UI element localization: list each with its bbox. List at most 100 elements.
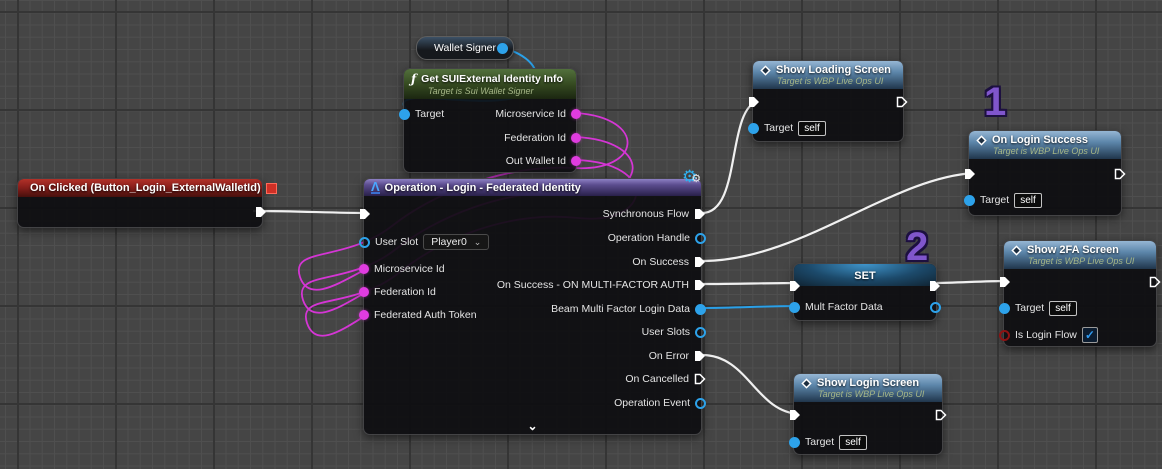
pin-row-beam-multi-factor-login-data[interactable]: Beam Multi Factor Login Data [551,301,696,317]
node-on-login-success[interactable]: On Login Success Target is WBP Live Ops … [968,130,1122,216]
exec-in-pin[interactable] [999,276,1011,288]
exec-out-pin[interactable] [694,256,706,268]
pin-row-federation-id[interactable]: Federation Id [504,130,571,146]
exec-out-pin[interactable] [896,96,908,108]
exec-out-pin[interactable] [929,280,941,292]
operation-handle-pin[interactable] [695,233,706,244]
pin-row-exec-out[interactable] [255,204,257,220]
federated-auth-token-pin[interactable] [359,310,369,320]
pin-row-on-cancelled[interactable]: On Cancelled [625,371,696,387]
user-slot-dropdown[interactable]: Player0 ⌄ [423,234,489,250]
pin-row-exec-in[interactable] [974,166,976,182]
exec-out-pin[interactable] [1149,276,1161,288]
target-pin[interactable] [964,195,975,206]
pin-row-synchronous-flow[interactable]: Synchronous Flow [603,206,696,222]
pin-row-out-wallet-id[interactable]: Out Wallet Id [506,153,571,169]
node-header[interactable]: Show Loading Screen Target is WBP Live O… [753,61,903,89]
exec-in-pin[interactable] [748,96,760,108]
node-show-loading-screen[interactable]: Show Loading Screen Target is WBP Live O… [752,60,904,142]
pin-row-on-success[interactable]: On Success [632,254,696,270]
node-header[interactable]: ƒ Get SUIExternal Identity Info Target i… [404,69,576,99]
node-wallet-signer[interactable]: Wallet Signer [416,36,514,60]
microservice-id-pin[interactable] [571,109,581,119]
blueprint-canvas[interactable]: { "markers": {"one": "1", "two": "2"}, "… [0,0,1162,469]
node-header[interactable]: On Clicked (Button_Login_ExternalWalletI… [18,179,262,197]
pin-row-target[interactable]: Target self [758,120,826,136]
exec-out-pin[interactable] [1114,168,1126,180]
pin-row-exec-in[interactable] [758,94,760,110]
pin-row-target[interactable]: Target self [1009,300,1077,316]
exec-out-pin[interactable] [694,279,706,291]
exec-out-pin[interactable] [694,373,706,385]
set-output-pin[interactable] [930,302,941,313]
pin-row-target[interactable]: Target self [974,192,1042,208]
target-pin[interactable] [399,109,410,120]
microservice-id-pin[interactable] [359,264,369,274]
pin-row-exec-in[interactable] [1009,274,1011,290]
exec-out-pin[interactable] [935,409,947,421]
expand-node-chevron[interactable]: ⌄ [364,421,701,431]
pin-row-exec-in[interactable] [799,407,801,423]
pin-row-on-success-mfa[interactable]: On Success - ON MULTI-FACTOR AUTH [497,277,696,293]
pin-row-target[interactable]: Target [409,106,444,122]
pin-row-exec-out[interactable] [1149,274,1151,290]
node-set-mult-factor-data[interactable]: SET Mult Factor Data [793,263,937,321]
pin-row-exec-in[interactable] [369,206,371,222]
target-pin[interactable] [789,437,800,448]
target-value-box[interactable]: self [1049,301,1077,316]
node-header[interactable]: Λ Operation - Login - Federated Identity [364,179,701,196]
pin-row-federated-auth-token[interactable]: Federated Auth Token [369,307,477,323]
pin-row-federation-id-in[interactable]: Federation Id [369,284,436,300]
exec-out-pin[interactable] [694,208,706,220]
node-on-clicked[interactable]: On Clicked (Button_Login_ExternalWalletI… [17,178,263,228]
target-value-box[interactable]: self [839,435,867,450]
pin-row-on-error[interactable]: On Error [649,348,696,364]
pin-row-exec-out[interactable] [896,94,898,110]
user-slots-pin[interactable] [695,327,706,338]
federation-id-pin[interactable] [359,287,369,297]
exec-in-pin[interactable] [359,208,371,220]
mult-factor-data-pin[interactable] [789,302,800,313]
node-get-sui-external-identity-info[interactable]: ƒ Get SUIExternal Identity Info Target i… [403,68,577,173]
pin-row-target[interactable]: Target self [799,434,867,450]
pin-row-is-login-flow[interactable]: Is Login Flow ✓ [1009,327,1098,343]
exec-out-pin[interactable] [694,350,706,362]
delegate-pin[interactable] [266,183,277,194]
wallet-signer-output-pin[interactable] [497,43,508,54]
target-value-box[interactable]: self [798,121,826,136]
exec-out-pin[interactable] [255,206,267,218]
pin-row-operation-event[interactable]: Operation Event [614,395,696,411]
node-show-login-screen[interactable]: Show Login Screen Target is WBP Live Ops… [793,373,943,455]
node-operation-login-federated-identity[interactable]: Λ Operation - Login - Federated Identity… [363,178,702,435]
pin-row-user-slot[interactable]: User Slot Player0 ⌄ [369,234,489,250]
is-login-flow-checkbox[interactable]: ✓ [1082,327,1098,343]
user-slot-pin[interactable] [359,237,370,248]
node-header[interactable]: On Login Success Target is WBP Live Ops … [969,131,1121,159]
operation-event-pin[interactable] [695,398,706,409]
pin-row-user-slots[interactable]: User Slots [642,324,696,340]
target-value-box[interactable]: self [1014,193,1042,208]
pin-row-microservice-id-in[interactable]: Microservice Id [369,261,445,277]
pin-row-mult-factor-data[interactable]: Mult Factor Data [799,299,883,315]
node-header[interactable]: Show 2FA Screen Target is WBP Live Ops U… [1004,241,1156,269]
pin-row-operation-handle[interactable]: Operation Handle [608,230,696,246]
target-pin[interactable] [748,123,759,134]
pin-row-exec-in[interactable] [799,278,801,294]
pin-row-exec-out[interactable] [929,278,931,294]
exec-in-pin[interactable] [964,168,976,180]
federation-id-pin[interactable] [571,133,581,143]
is-login-flow-pin[interactable] [999,330,1010,341]
pin-row-microservice-id[interactable]: Microservice Id [495,106,571,122]
exec-in-pin[interactable] [789,280,801,292]
pin-row-exec-out[interactable] [1114,166,1116,182]
pin-row-set-output[interactable] [930,299,931,315]
exec-in-pin[interactable] [789,409,801,421]
pin-label: Beam Multi Factor Login Data [551,303,690,315]
target-pin[interactable] [999,303,1010,314]
node-show-2fa-screen[interactable]: Show 2FA Screen Target is WBP Live Ops U… [1003,240,1157,347]
out-wallet-id-pin[interactable] [571,156,581,166]
node-settings-gears[interactable]: ⚙⚙ [682,167,701,187]
node-header[interactable]: Show Login Screen Target is WBP Live Ops… [794,374,942,402]
beam-multi-factor-login-data-pin[interactable] [695,304,706,315]
pin-row-exec-out[interactable] [935,407,937,423]
